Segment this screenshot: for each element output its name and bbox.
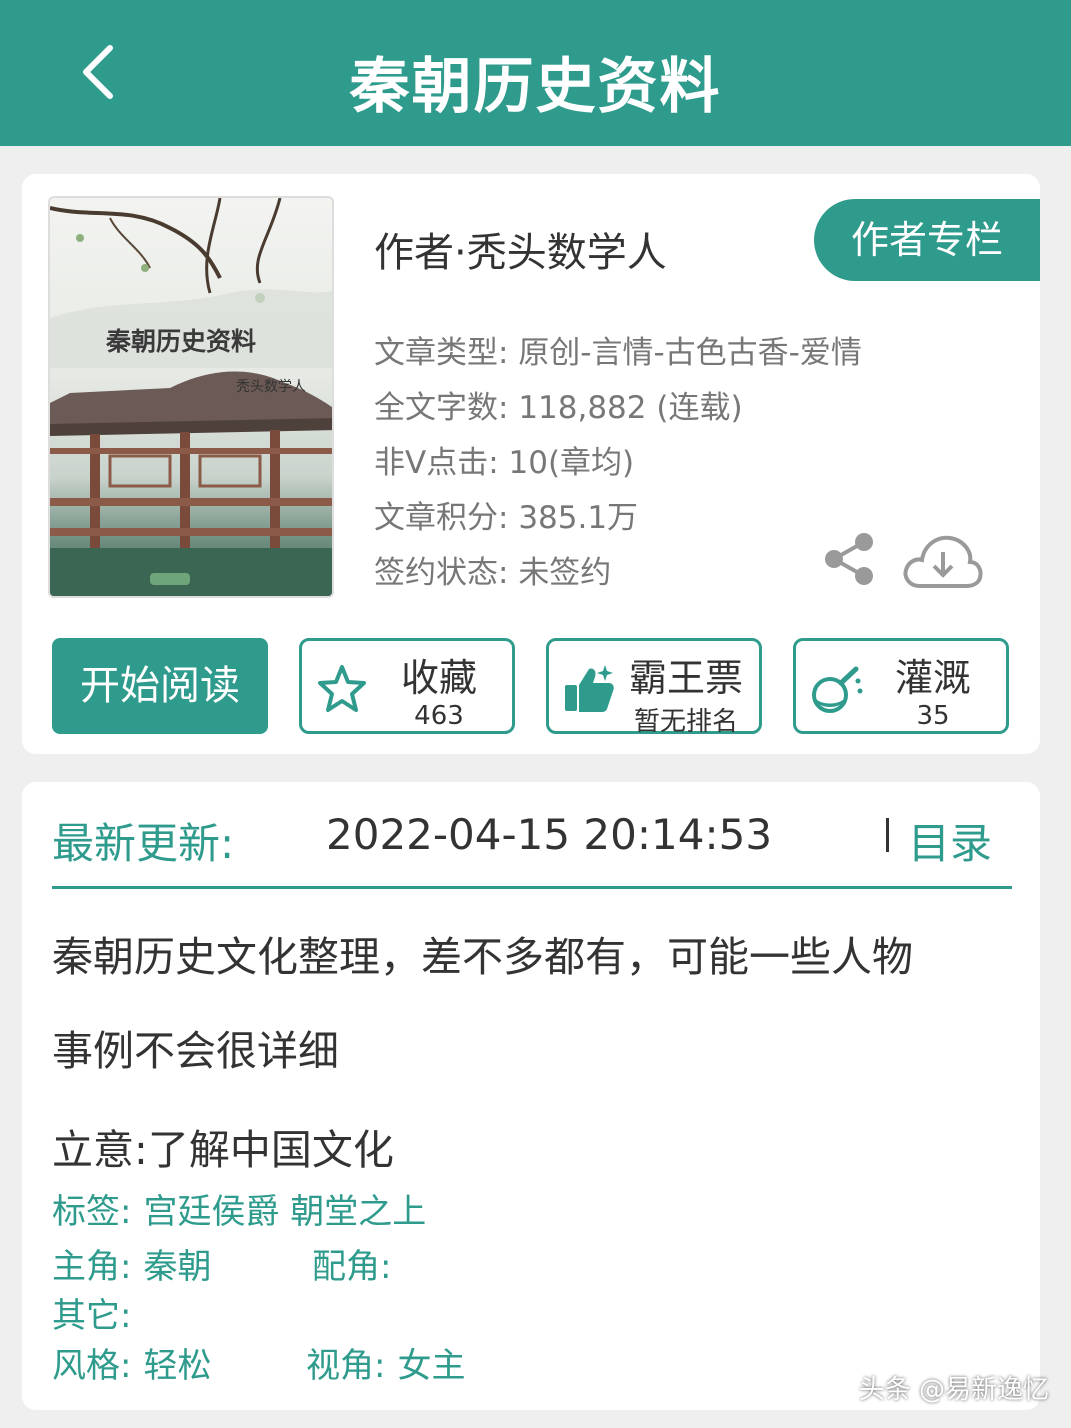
vote-button[interactable]: 霸王票 暂无排名	[546, 638, 762, 737]
info-row-score: 文章积分: 385.1万	[374, 500, 639, 536]
intro-line: 事例不会很详细	[52, 1027, 339, 1075]
flask-icon	[812, 666, 863, 713]
style-row: 风格: 轻松 视角: 女主	[52, 1338, 465, 1387]
cover-illustration	[50, 198, 332, 596]
roles-row: 主角: 秦朝 配角:	[52, 1239, 391, 1288]
book-detail-card: 最新更新: 2022-04-15 20:14:53 目录 秦朝历史文化整理，差不…	[22, 782, 1040, 1410]
lead-value: 秦朝	[143, 1247, 212, 1287]
book-theme: 立意:了解中国文化	[52, 1126, 394, 1174]
info-row-contract: 签约状态: 未签约	[374, 555, 612, 591]
other-row: 其它:	[52, 1288, 143, 1337]
pov-group: 视角: 女主	[306, 1338, 465, 1387]
latest-update-time: 2022-04-15 20:14:53	[326, 810, 773, 859]
latest-update-label: 最新更新:	[52, 819, 235, 868]
tags-label: 标签:	[52, 1192, 132, 1232]
star-icon	[318, 665, 366, 712]
style-value: 轻松	[143, 1346, 212, 1386]
tags-value[interactable]: 宫廷侯爵 朝堂之上	[143, 1184, 426, 1233]
cover-author: 秃头数学人	[236, 379, 306, 395]
vote-rank: 暂无排名	[633, 707, 738, 737]
tags-row: 标签: 宫廷侯爵 朝堂之上	[52, 1184, 426, 1233]
style-label: 风格:	[52, 1346, 132, 1386]
support-label: 配角:	[312, 1247, 392, 1287]
watermark: 头条 @易新逸忆	[858, 1375, 1049, 1405]
book-info-list: 文章类型: 原创-言情-古色古香-爱情 全文字数: 118,882 (连载) 非…	[374, 326, 862, 601]
top-app-bar: 秦朝历史资料	[0, 0, 1071, 146]
other-label: 其它:	[52, 1296, 132, 1336]
favorite-count: 463	[414, 701, 464, 731]
water-button[interactable]: 灌溉 35	[793, 638, 1009, 734]
info-row-wordcount: 全文字数: 118,882 (连载)	[374, 390, 743, 426]
lead-label: 主角:	[52, 1247, 132, 1287]
intro-line: 秦朝历史文化整理，差不多都有，可能一些人物	[52, 933, 913, 981]
vote-label: 霸王票	[628, 656, 743, 700]
book-info-card: 秦朝历史资料 秃头数学人 作者·秃头数学人 作者专栏 文章类型: 原创-言情-古…	[22, 174, 1040, 754]
water-count: 35	[916, 701, 950, 731]
start-reading-button[interactable]: 开始阅读	[52, 638, 268, 734]
author-name[interactable]: 作者·秃头数学人	[374, 220, 667, 278]
latest-update-row: 最新更新: 2022-04-15 20:14:53 目录	[52, 810, 1012, 870]
book-introduction: 秦朝历史文化整理，差不多都有，可能一些人物 事例不会很详细	[52, 910, 1012, 1098]
cover-title: 秦朝历史资料	[106, 327, 257, 356]
table-of-contents-link[interactable]: 目录	[908, 810, 992, 871]
pov-label: 视角:	[306, 1346, 386, 1386]
thumbs-up-icon	[565, 665, 614, 712]
pov-value: 女主	[397, 1346, 466, 1386]
separator	[886, 818, 889, 852]
share-icon[interactable]	[820, 530, 880, 588]
section-divider	[52, 886, 1012, 889]
book-cover[interactable]: 秦朝历史资料 秃头数学人	[48, 196, 334, 598]
favorite-label: 收藏	[400, 656, 477, 700]
author-column-button[interactable]: 作者专栏	[814, 199, 1040, 281]
info-row-clicks: 非V点击: 10(章均)	[374, 445, 635, 481]
download-icon[interactable]	[902, 530, 984, 592]
info-row-type: 文章类型: 原创-言情-古色古香-爱情	[374, 335, 862, 371]
favorite-button[interactable]: 收藏 463	[299, 638, 515, 734]
water-label: 灌溉	[894, 656, 971, 700]
page-title: 秦朝历史资料	[349, 52, 722, 122]
